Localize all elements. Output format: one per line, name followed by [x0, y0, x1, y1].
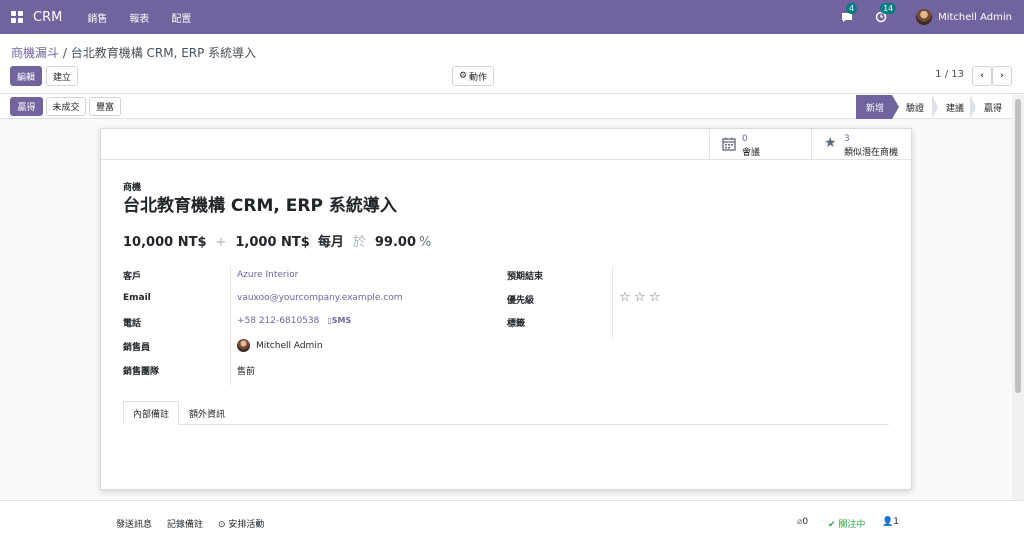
recurring-revenue[interactable]: 1,000 NT$ [235, 235, 309, 250]
chevron-left-icon: ‹ [980, 71, 984, 81]
apps-menu-icon[interactable] [11, 11, 23, 23]
salesperson-name: Mitchell Admin [256, 341, 323, 351]
phone-field[interactable]: +58 212-6810538 [237, 316, 319, 326]
user-avatar[interactable] [916, 9, 933, 25]
check-icon: ✔ [828, 520, 836, 530]
stage-new[interactable]: 新增 [856, 95, 892, 119]
expected-closing-field[interactable] [619, 269, 889, 283]
user-name[interactable]: Mitchell Admin [938, 12, 1012, 23]
stage-arrow [932, 95, 938, 119]
breadcrumb-pipeline-link[interactable]: 商機漏斗 [11, 46, 59, 60]
menu-item-reporting[interactable]: 報表 [129, 10, 149, 25]
chevron-right-icon: › [1000, 71, 1004, 81]
sms-button[interactable]: ▯SMS [327, 316, 351, 325]
percent-sign: % [419, 235, 432, 250]
star-icon: ★ [824, 135, 837, 151]
plus-sign: + [215, 235, 227, 250]
following-button[interactable]: ✔ 關注中 [828, 517, 865, 530]
calendar-icon [722, 137, 736, 151]
gear-icon: ⚙ [458, 71, 468, 81]
breadcrumb-current: 台北教育機構 CRM, ERP 系統導入 [70, 46, 257, 60]
priority-star-2[interactable]: ☆ [634, 290, 646, 305]
email-field[interactable]: vauxoo@yourcompany.example.com [237, 293, 403, 303]
log-note-button[interactable]: 記錄備註 [167, 517, 203, 530]
smart-button-box: 0 會議 ★ 3 類似潛在商機 [101, 129, 911, 160]
menu-item-sales[interactable]: 銷售 [87, 10, 107, 25]
phone-label: 電話 [123, 319, 142, 329]
action-label: 動作 [469, 72, 488, 83]
activities-button[interactable]: 14 [874, 3, 897, 24]
recurring-plan[interactable]: 每月 [318, 231, 344, 250]
revenue-row: 10,000 NT$ + 1,000 NT$ 每月 於 99.00 % [123, 231, 431, 250]
menu-item-configuration[interactable]: 配置 [171, 10, 191, 25]
email-label: Email [123, 293, 151, 303]
messages-badge: 4 [846, 3, 858, 14]
pager-previous-button[interactable]: ‹ [972, 66, 992, 86]
tags-field[interactable] [619, 316, 889, 330]
priority-star-1[interactable]: ☆ [619, 290, 631, 305]
edit-button[interactable]: 編輯 [10, 66, 42, 86]
messages-button[interactable]: 4 [840, 3, 858, 24]
at-label: 於 [352, 235, 366, 250]
enrich-button[interactable]: 豐富 [89, 97, 121, 116]
stage-arrow [970, 95, 976, 119]
salesperson-avatar [237, 339, 250, 352]
activities-badge: 14 [880, 3, 897, 14]
notebook-tabs: 內部備註 額外資訊 [123, 401, 889, 425]
pager-value[interactable]: 1 / 13 [935, 69, 964, 80]
pager-next-button[interactable]: › [992, 66, 1012, 86]
meetings-smart-button[interactable]: 0 會議 [709, 129, 811, 159]
meetings-count: 0 [742, 134, 748, 144]
field-divider [230, 267, 231, 385]
salesperson-label: 銷售員 [123, 343, 151, 353]
expected-closing-label: 預期結束 [507, 272, 544, 282]
tab-extra-info[interactable]: 額外資訊 [179, 401, 235, 425]
priority-star-3[interactable]: ☆ [649, 290, 661, 305]
top-navbar: CRM 銷售 報表 配置 4 14 Mitchell Admin [0, 0, 1024, 34]
similar-leads-count: 3 [844, 134, 850, 144]
field-divider [612, 267, 613, 339]
phone-field-wrap: +58 212-6810538 ▯SMS [237, 316, 351, 326]
followers-button[interactable]: 👤1 [882, 517, 899, 527]
priority-label: 優先級 [507, 296, 535, 306]
probability[interactable]: 99.00 [375, 235, 416, 250]
sales-team-label: 銷售團隊 [123, 367, 160, 377]
control-panel: 商機漏斗 / 台北教育機構 CRM, ERP 系統導入 編輯 建立 ⚙ 動作 1 … [0, 34, 1024, 94]
user-icon: 👤 [882, 517, 894, 527]
similar-leads-label: 類似潛在商機 [844, 148, 899, 158]
salesperson-field[interactable]: Mitchell Admin [237, 339, 323, 352]
send-message-button[interactable]: 發送訊息 [116, 517, 152, 530]
scrollbar[interactable] [1012, 95, 1024, 500]
breadcrumb-separator: / [59, 46, 71, 60]
clock-icon: ⊙ [218, 520, 226, 530]
similar-leads-smart-button[interactable]: ★ 3 類似潛在商機 [811, 129, 911, 159]
tab-internal-notes[interactable]: 內部備註 [123, 401, 179, 425]
stage-won[interactable]: 贏得 [984, 95, 1008, 119]
lead-title[interactable]: 台北教育機構 CRM, ERP 系統導入 [123, 191, 397, 216]
tags-label: 標籤 [507, 319, 526, 329]
mark-won-button[interactable]: 贏得 [10, 97, 43, 116]
attachments-button[interactable]: ⌀0 [797, 517, 808, 527]
customer-field[interactable]: Azure Interior [237, 270, 298, 280]
mark-lost-button[interactable]: 未成交 [46, 97, 86, 116]
sales-team-field[interactable]: 售前 [237, 364, 255, 377]
expected-revenue[interactable]: 10,000 NT$ [123, 235, 206, 250]
scrollbar-thumb[interactable] [1015, 99, 1021, 393]
chatter-bar: 發送訊息 記錄備註 ⊙ 安排活動 ⌀0 ✔ 關注中 👤1 [0, 500, 1024, 545]
schedule-activity-button[interactable]: ⊙ 安排活動 [218, 517, 264, 530]
create-button[interactable]: 建立 [46, 66, 78, 86]
stage-arrow [892, 95, 899, 119]
action-button[interactable]: ⚙ 動作 [452, 66, 494, 86]
customer-label: 客戶 [123, 272, 142, 282]
form-sheet: 0 會議 ★ 3 類似潛在商機 商機 台北教育機構 CRM, ERP 系統導入 … [100, 128, 912, 490]
status-bar: 贏得 未成交 豐富 新增 驗證 建議 贏得 [0, 95, 1012, 119]
app-name[interactable]: CRM [33, 10, 62, 25]
meetings-label: 會議 [742, 148, 761, 158]
breadcrumb: 商機漏斗 / 台北教育機構 CRM, ERP 系統導入 [11, 44, 256, 61]
